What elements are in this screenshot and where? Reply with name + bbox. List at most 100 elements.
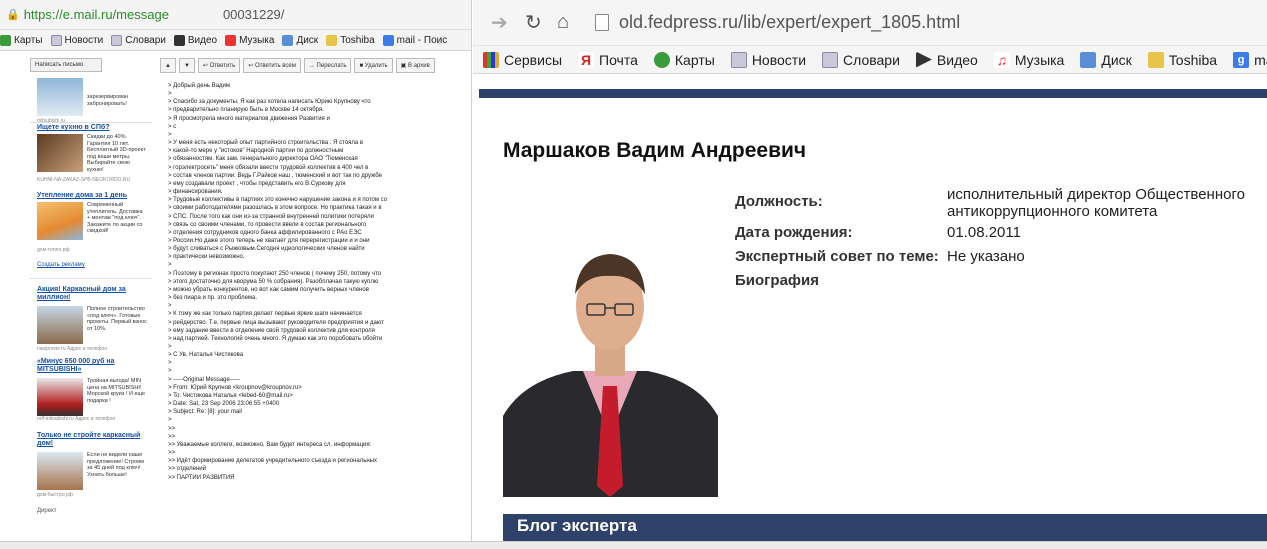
folder-icon [1147,51,1164,68]
bookmark-services[interactable]: Сервисы [483,51,562,68]
field-value: 01.08.2011 [947,224,1021,241]
archive-icon: ▣ [400,63,409,69]
fedpress-window: ➔ ↻ ⌂ old.fedpress.ru/lib/expert/expert_… [473,0,1267,541]
bookmark-music[interactable]: ♫ Музыка [993,51,1064,68]
mail-line: > какой-то мере у "истоков" Народной пар… [168,148,344,155]
expert-name: Маршаков Вадим Андреевич [503,139,807,162]
bookmark-video[interactable]: Видео [915,51,978,68]
bookmark-maps[interactable]: Карты [653,51,715,68]
mail-line: > этого достаточно для кворума 50 % собр… [168,278,379,285]
create-ad-link[interactable]: Создать рекламу [37,262,85,268]
bookmark-mail[interactable]: Я Почта [578,51,638,68]
fedpress-url: old.fedpress.ru/lib/expert/expert_1805.h… [619,12,961,32]
reload-icon[interactable]: ↻ [525,10,545,35]
mail-line: > To: Чистякова Наталья <lebed-60@mail.r… [168,392,293,399]
ad-title[interactable]: Ищете кухню в СПб? [37,124,149,132]
mail-line: > К тому же как только партия делает пер… [168,311,362,318]
bookmark-disk[interactable]: Диск [1080,51,1132,68]
mail-line: >> [168,433,176,440]
page-icon [822,51,839,68]
mail-line: > обязанностям. Как зам. генерального ди… [168,156,358,163]
bookmark-toshiba[interactable]: Toshiba [326,34,375,46]
forward-button[interactable]: → Переслать [303,58,352,73]
mail-line: > Поэтому в регионах просто покупают 250… [168,270,382,277]
bookmark-news[interactable]: Новости [50,34,103,46]
mail-line: > горэлектросеть" меня обязали ввести тр… [168,164,369,171]
mail-line: >> Уважаемые коллеги, возможно, Вам буде… [168,441,372,448]
reply-all-button[interactable]: ↩ Ответить всем [243,58,301,73]
reply-icon: ↩ [202,63,210,69]
field-council: Экспертный совет по теме: Не указано [735,248,1265,268]
apps-icon [483,51,499,68]
mail-line: > СПС. После того как они из-за странной… [168,213,374,220]
ad-item[interactable]: Утепление дома за 1 день Современный уте… [37,192,149,256]
page-icon [730,51,747,68]
mail-address-bar[interactable]: 🔒 https://e.mail.ru/message 00031229/ [0,0,471,30]
mail-line: > [168,360,172,367]
disk-icon [282,34,294,46]
next-message-button[interactable]: ▼ [178,58,195,73]
reply-all-icon: ↩ [248,63,255,69]
delete-button[interactable]: ■ Удалить [354,58,393,73]
mail-line: > [168,91,172,98]
field-label: Биография [735,272,820,289]
mail-line: > рейдерство. Т.е. первые лица вызывают … [168,319,384,326]
mail-line: >> отделений [168,466,206,473]
ad-item[interactable]: Только не стройте каркасный дом! Если не… [37,432,149,502]
video-icon [915,51,932,68]
compose-button[interactable]: Написать письмо [30,58,102,72]
mail-line: > связь со своими членами, то провести в… [168,221,367,228]
ad-image [37,202,83,240]
mail-ya-icon: Я [578,51,595,68]
bookmark-disk[interactable]: Диск [282,34,318,46]
page-icon [50,34,62,46]
ad-item[interactable]: Ищете кухню в СПб? Скидки до 40%. Гарант… [37,124,149,184]
mail-line: > С Ув. Наталья Чистякова [168,352,244,359]
mail-line: > [168,262,172,269]
ad-image [37,306,83,344]
maps-icon [0,34,11,46]
mail-line: > Добрый день Вадим [168,83,231,89]
bookmark-music[interactable]: Музыка [225,34,274,46]
expert-photo [503,186,718,497]
bookmark-maps[interactable]: Карты [0,34,43,46]
ad-image [37,378,83,416]
bookmark-video[interactable]: Видео [173,34,217,46]
mail-line: > -----Original Message----- [168,376,240,383]
bookmark-news[interactable]: Новости [730,51,806,68]
ad-title[interactable]: «Минус 650 000 руб на MITSUBISHI» [37,358,149,374]
fedpress-bookmarks-bar: Сервисы Я Почта Карты Новости Словари Вид… [473,46,1267,74]
prev-message-button[interactable]: ▲ [160,58,176,73]
mail-line: > Трудовые коллективы в партиях это коне… [168,197,388,204]
ad-title[interactable]: Акция! Каркасный дом за миллион! [37,286,149,302]
mail-line: >> ПАРТИИ РАЗВИТИЯ [168,474,235,481]
ad-image [37,134,83,172]
reply-button[interactable]: ↩ Ответить [197,58,241,73]
ad-item[interactable]: «Минус 650 000 руб на MITSUBISHI» Тройна… [37,358,149,428]
mail-line: > своими работодателями разошлась в этом… [168,205,382,212]
mail-line: > From: Юрий Крупнов <kroupnov@kroupnov.… [168,384,302,391]
field-label: Должность: [735,193,823,210]
mail-line: >> Идёт формирование делегатов учредител… [168,458,377,465]
bookmark-mail-search[interactable]: mail - Поис [382,34,447,46]
disk-icon [1080,51,1097,68]
bookmark-toshiba[interactable]: Toshiba [1147,51,1217,68]
mail-line: > отделения сотрудников одного банка афф… [168,229,362,236]
forward-arrow-icon[interactable]: ➔ [491,10,511,35]
music-icon [225,34,237,46]
ad-title[interactable]: Утепление дома за 1 день [37,192,149,200]
mail-line: > финансирования. [168,189,223,196]
divider [30,278,152,279]
ad-title[interactable]: Только не стройте каркасный дом! [37,432,149,448]
mail-line: > над партией. Технологий очень много. Я… [168,335,383,342]
archive-button[interactable]: ▣ В архив [395,58,435,73]
home-icon[interactable]: ⌂ [557,11,577,34]
bookmark-dictionaries[interactable]: Словари [111,34,166,46]
ad-item[interactable]: зарезервирован заброни­ровать! mitsubish… [37,78,149,124]
desktop: 🔒 https://e.mail.ru/message 00031229/ Ка… [0,0,1267,549]
bookmark-mail-google[interactable]: gmail [1233,51,1267,68]
ads-column: Написать письмо зарезервирован заброни­р… [30,58,152,518]
mail-line: >> [168,450,176,457]
bookmark-dictionaries[interactable]: Словари [822,51,900,68]
url-field[interactable]: old.fedpress.ru/lib/expert/expert_1805.h… [595,12,960,33]
